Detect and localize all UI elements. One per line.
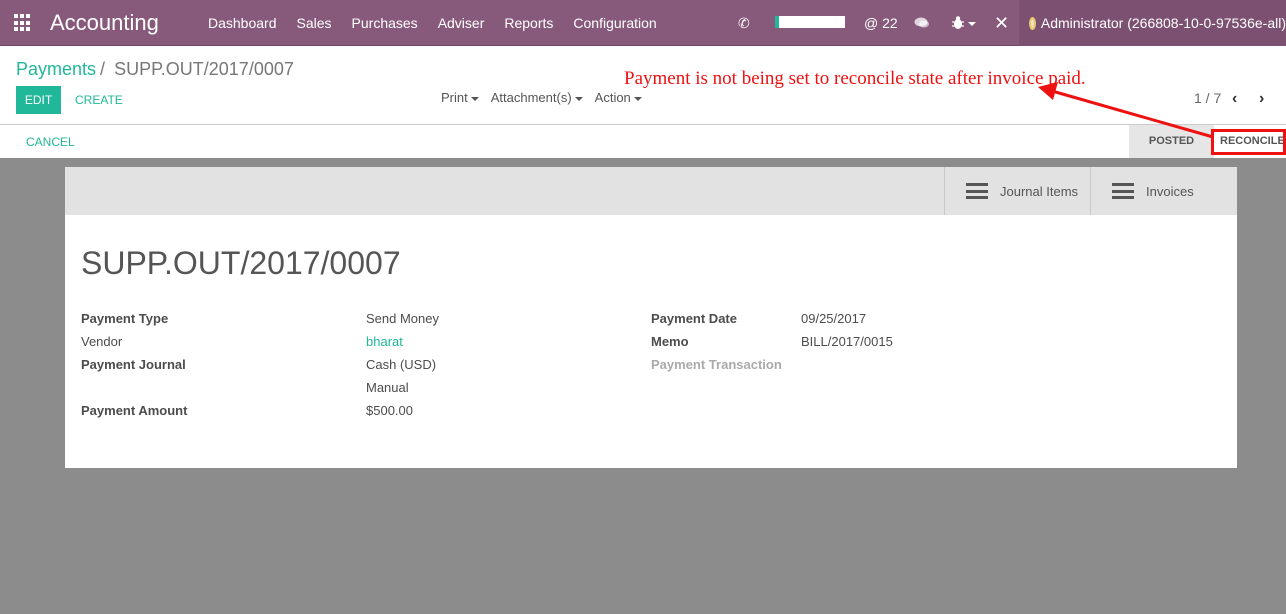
print-label: Print [441, 90, 468, 105]
chevron-left-icon[interactable]: ‹ [1232, 90, 1237, 108]
pager-value[interactable]: 1 / 7 [1194, 90, 1221, 106]
chat-icon[interactable] [914, 0, 930, 46]
main-menu: Dashboard Sales Purchases Adviser Report… [198, 0, 667, 46]
breadcrumb-separator: / [100, 59, 106, 79]
mentions-counter[interactable]: @ 22 [864, 0, 898, 46]
annotation-highlight-box [1211, 129, 1286, 155]
caret-down-icon [574, 96, 583, 101]
form-statusbar: CANCEL POSTED RECONCILED [0, 124, 1286, 158]
cancel-button[interactable]: CANCEL [26, 135, 75, 149]
action-dropdown[interactable]: Action [595, 90, 642, 105]
memo-label: Memo [651, 334, 689, 349]
phone-icon[interactable]: ✆ [738, 0, 750, 46]
tools-close-icon[interactable]: ✕ [994, 0, 1009, 46]
breadcrumb: Payments / SUPP.OUT/2017/0007 [16, 59, 294, 80]
edit-button[interactable]: EDIT [16, 86, 61, 114]
control-panel: Payments / SUPP.OUT/2017/0007 EDIT CREATE… [0, 46, 1286, 158]
smart-button-box: Journal Items Invoices [65, 167, 1237, 215]
payment-date-value: 09/25/2017 [801, 311, 867, 326]
user-name: Administrator (266808-10-0-97536e-all) [1040, 15, 1286, 31]
menu-sales[interactable]: Sales [287, 15, 342, 31]
annotation-text: Payment is not being set to reconcile st… [624, 68, 1086, 89]
status-indicator[interactable] [775, 16, 845, 28]
breadcrumb-current: SUPP.OUT/2017/0007 [114, 59, 294, 79]
attachments-label: Attachment(s) [490, 90, 572, 105]
breadcrumb-payments-link[interactable]: Payments [16, 59, 96, 79]
user-menu[interactable]: Administrator (266808-10-0-97536e-all) [1019, 0, 1286, 46]
caret-down-icon [470, 96, 479, 101]
payment-journal-label: Payment Journal [81, 357, 186, 372]
menu-reports[interactable]: Reports [494, 15, 563, 31]
menu-dashboard[interactable]: Dashboard [198, 15, 287, 31]
stage-posted[interactable]: POSTED [1129, 125, 1214, 158]
vendor-link[interactable]: bharat [366, 334, 403, 349]
payment-amount-label: Payment Amount [81, 403, 188, 418]
top-navbar: Accounting Dashboard Sales Purchases Adv… [0, 0, 1286, 46]
sidebar-dropdowns: Print Attachment(s) Action [441, 90, 642, 105]
debug-bug-icon[interactable] [952, 0, 976, 46]
journal-items-label: Journal Items [1000, 183, 1079, 199]
menu-purchases[interactable]: Purchases [342, 15, 428, 31]
payment-type-label: Payment Type [81, 311, 169, 326]
invoices-button[interactable]: Invoices [1090, 167, 1237, 215]
journal-items-button[interactable]: Journal Items [944, 167, 1090, 215]
memo-value: BILL/2017/0015 [801, 334, 893, 349]
chevron-right-icon[interactable]: › [1259, 90, 1264, 108]
form-sheet: Journal Items Invoices SUPP.OUT/2017/000… [65, 167, 1237, 468]
create-button[interactable]: CREATE [75, 93, 123, 107]
invoices-label: Invoices [1146, 183, 1194, 199]
avatar [1029, 16, 1036, 30]
app-title: Accounting [50, 10, 159, 35]
vendor-label: Vendor [81, 334, 123, 349]
payment-date-label: Payment Date [651, 311, 737, 326]
apps-grid-icon[interactable] [14, 14, 32, 32]
payment-journal-value: Cash (USD) [366, 357, 437, 372]
attachments-dropdown[interactable]: Attachment(s) [491, 90, 583, 105]
payment-amount-value: $500.00 [366, 403, 413, 418]
caret-down-icon [633, 96, 642, 101]
print-dropdown[interactable]: Print [441, 90, 479, 105]
payment-type-value: Send Money [366, 311, 439, 326]
action-label: Action [594, 90, 631, 105]
menu-configuration[interactable]: Configuration [563, 15, 666, 31]
list-icon [966, 183, 988, 199]
list-icon [1112, 183, 1134, 199]
payment-transaction-label: Payment Transaction [651, 357, 782, 372]
record-title: SUPP.OUT/2017/0007 [81, 245, 401, 281]
payment-method-value: Manual [366, 380, 409, 395]
menu-adviser[interactable]: Adviser [428, 15, 495, 31]
